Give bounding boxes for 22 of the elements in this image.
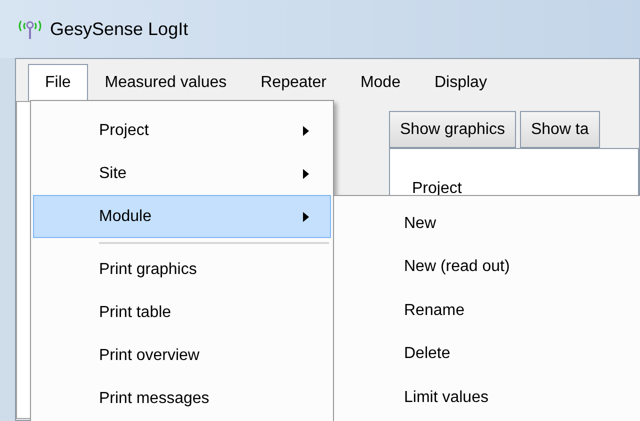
menu-item[interactable]: Project — [33, 109, 331, 152]
menu-item[interactable]: New — [334, 202, 640, 246]
menu-item[interactable]: Module — [33, 195, 331, 238]
menu-item[interactable]: Print graphics — [33, 248, 331, 291]
menu-bar-item[interactable]: File — [28, 64, 88, 101]
menu-item[interactable]: Rename — [334, 289, 640, 332]
window-title: GesySense LogIt — [50, 18, 188, 41]
menu-bar-item[interactable]: Display — [417, 64, 504, 101]
menu-item[interactable]: New (read out) — [334, 246, 640, 289]
tab[interactable]: Show graphics — [389, 111, 516, 148]
menu-item[interactable]: Print table — [33, 291, 331, 334]
menu-bar-item[interactable]: Mode — [343, 64, 418, 101]
menu-bar-item[interactable]: Measured values — [88, 64, 244, 101]
menu-item[interactable]: Print overview — [33, 334, 331, 377]
antenna-icon — [16, 18, 44, 40]
menu-item[interactable]: Delete — [334, 332, 640, 376]
menu-item[interactable]: Print messages — [33, 377, 331, 420]
menu-item[interactable]: Site — [33, 152, 331, 195]
tab[interactable]: Show ta — [520, 111, 600, 148]
menu-item[interactable]: Limit values — [334, 376, 640, 420]
menu-bar-item[interactable]: Repeater — [244, 64, 344, 101]
column-heading: Project — [412, 180, 462, 197]
